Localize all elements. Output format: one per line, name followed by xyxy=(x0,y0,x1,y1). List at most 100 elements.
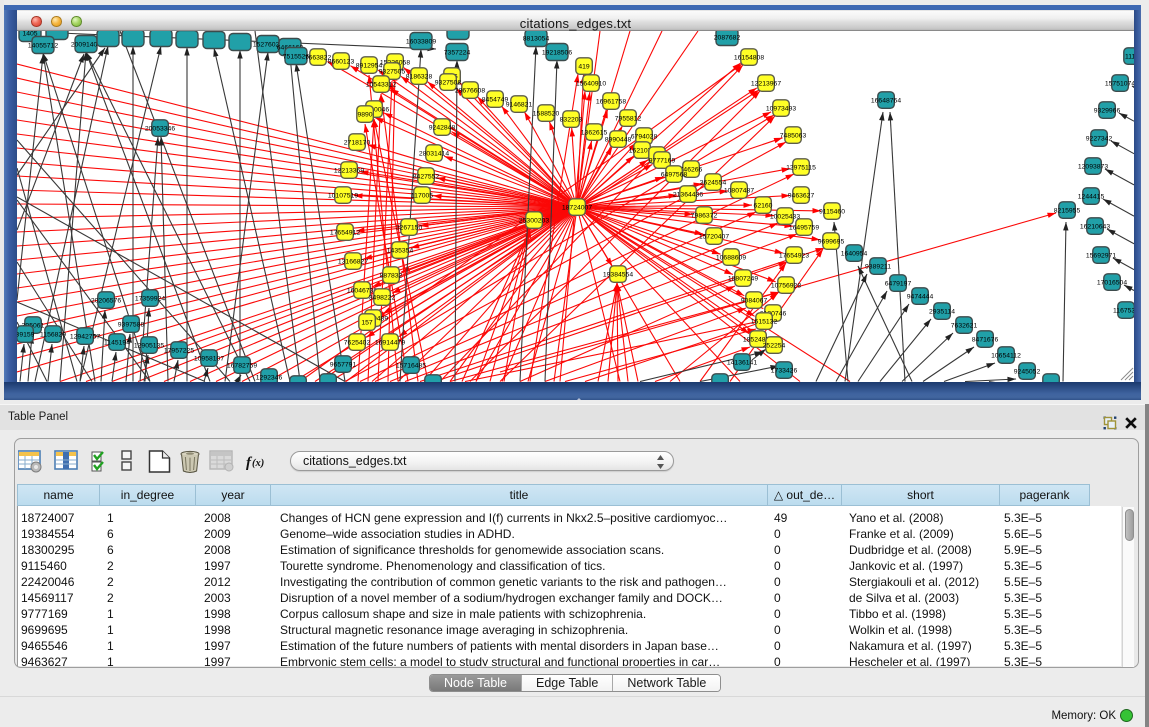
svg-text:17654912: 17654912 xyxy=(330,229,360,236)
svg-text:25300203: 25300203 xyxy=(519,217,549,224)
svg-text:19384554: 19384554 xyxy=(603,271,633,278)
svg-text:10756928: 10756928 xyxy=(771,282,801,289)
svg-text:8990448: 8990448 xyxy=(605,136,632,143)
svg-text:9146821: 9146821 xyxy=(506,101,533,108)
svg-text:1588520: 1588520 xyxy=(533,110,560,117)
svg-text:16914479: 16914479 xyxy=(375,339,405,346)
svg-text:8215955: 8215955 xyxy=(1054,207,1081,214)
svg-text:252254: 252254 xyxy=(763,342,786,349)
svg-text:12905135: 12905135 xyxy=(134,342,164,349)
svg-text:1435354: 1435354 xyxy=(387,247,414,254)
svg-text:1292346: 1292346 xyxy=(256,374,283,381)
svg-text:15720407: 15720407 xyxy=(699,233,729,240)
svg-text:1244415: 1244415 xyxy=(1078,193,1105,200)
svg-text:7986372: 7986372 xyxy=(691,212,718,219)
svg-text:1640954: 1640954 xyxy=(841,250,868,257)
svg-text:9699695: 9699695 xyxy=(818,238,845,245)
svg-text:17957225: 17957225 xyxy=(164,347,194,354)
svg-text:9115460: 9115460 xyxy=(819,208,845,215)
svg-text:7632621: 7632621 xyxy=(951,322,978,329)
svg-text:1733426: 1733426 xyxy=(771,367,798,374)
svg-text:9463627: 9463627 xyxy=(788,192,815,199)
svg-text:9327508: 9327508 xyxy=(435,79,462,86)
svg-text:12093873: 12093873 xyxy=(1078,163,1108,170)
svg-text:14136141: 14136141 xyxy=(727,359,757,366)
svg-text:7955812: 7955812 xyxy=(615,115,642,122)
svg-text:1145194: 1145194 xyxy=(104,339,130,346)
svg-text:17359924: 17359924 xyxy=(135,295,165,302)
svg-text:3624554: 3624554 xyxy=(700,179,727,186)
svg-text:16961758: 16961758 xyxy=(596,98,626,105)
svg-text:8660123: 8660123 xyxy=(328,58,355,65)
svg-text:12213967: 12213967 xyxy=(751,80,781,87)
svg-text:7485063: 7485063 xyxy=(780,132,807,139)
svg-text:28031414: 28031414 xyxy=(419,150,449,157)
svg-text:9245052: 9245052 xyxy=(1014,368,1041,375)
svg-text:28676608: 28676608 xyxy=(455,87,485,94)
svg-text:16782759: 16782759 xyxy=(227,362,257,369)
svg-text:18807249: 18807249 xyxy=(728,275,758,282)
svg-text:6794028: 6794028 xyxy=(631,133,658,140)
svg-text:9397588: 9397588 xyxy=(118,321,145,328)
svg-text:16210643: 16210643 xyxy=(1080,223,1110,230)
svg-text:12942757: 12942757 xyxy=(70,333,100,340)
svg-text:7625402: 7625402 xyxy=(344,339,371,346)
svg-text:10654112: 10654112 xyxy=(991,352,1021,359)
svg-text:16495759: 16495759 xyxy=(789,224,819,231)
svg-text:1615132: 1615132 xyxy=(751,318,778,325)
svg-text:17654923: 17654923 xyxy=(779,252,809,259)
svg-text:117005: 117005 xyxy=(411,192,433,199)
svg-text:14055712: 14055712 xyxy=(28,42,58,49)
svg-text:9777169: 9777169 xyxy=(649,157,676,164)
svg-text:9327505: 9327505 xyxy=(379,68,406,75)
svg-text:19218506: 19218506 xyxy=(542,49,572,56)
svg-text:3498222: 3498222 xyxy=(369,294,396,301)
svg-text:10807487: 10807487 xyxy=(724,187,754,194)
svg-text:157: 157 xyxy=(361,319,373,326)
svg-text:1167533: 1167533 xyxy=(1113,307,1134,314)
svg-text:16648764: 16648764 xyxy=(871,97,901,104)
svg-text:419: 419 xyxy=(578,63,590,70)
svg-text:9329966: 9329966 xyxy=(1094,107,1121,114)
svg-text:16033809: 16033809 xyxy=(406,38,436,45)
svg-text:10025433: 10025433 xyxy=(770,213,800,220)
svg-text:15716485: 15716485 xyxy=(396,362,426,369)
svg-text:2718170: 2718170 xyxy=(344,139,371,146)
svg-text:39159: 39159 xyxy=(17,331,35,338)
svg-text:8427552: 8427552 xyxy=(413,173,440,180)
svg-text:10958107: 10958107 xyxy=(194,355,224,362)
svg-text:13166827: 13166827 xyxy=(338,258,368,265)
svg-text:9474444: 9474444 xyxy=(907,293,934,300)
svg-text:12975115: 12975115 xyxy=(786,164,816,171)
svg-text:1156829: 1156829 xyxy=(40,331,66,338)
svg-text:15751074: 15751074 xyxy=(1105,80,1134,87)
svg-text:9227342: 9227342 xyxy=(1086,135,1113,142)
svg-text:887832: 887832 xyxy=(380,272,403,279)
svg-text:62160: 62160 xyxy=(754,202,773,209)
svg-text:1112: 1112 xyxy=(1125,53,1134,60)
svg-text:6497568: 6497568 xyxy=(661,171,688,178)
svg-text:10688609: 10688609 xyxy=(716,254,746,261)
svg-text:7357224: 7357224 xyxy=(444,49,471,56)
svg-text:9657791: 9657791 xyxy=(330,361,357,368)
svg-text:10543312: 10543312 xyxy=(366,81,396,88)
svg-text:(x): (x) xyxy=(252,458,264,469)
svg-text:10107519: 10107519 xyxy=(328,192,358,199)
svg-text:832203: 832203 xyxy=(560,116,583,123)
svg-text:10973493: 10973493 xyxy=(766,105,796,112)
svg-text:20206576: 20206576 xyxy=(91,297,121,304)
svg-text:3267150: 3267150 xyxy=(396,224,423,231)
svg-text:2087682: 2087682 xyxy=(714,34,741,41)
svg-text:16046736: 16046736 xyxy=(347,287,377,294)
svg-text:8471676: 8471676 xyxy=(972,336,999,343)
svg-text:21364436: 21364436 xyxy=(673,191,703,198)
svg-text:17016504: 17016504 xyxy=(1097,279,1127,286)
svg-text:12213369: 12213369 xyxy=(334,167,364,174)
svg-text:9890: 9890 xyxy=(357,111,372,118)
svg-text:15640910: 15640910 xyxy=(576,80,606,87)
svg-text:16154808: 16154808 xyxy=(734,54,764,61)
svg-text:18724007: 18724007 xyxy=(562,204,592,211)
svg-text:8813054: 8813054 xyxy=(523,35,550,42)
svg-text:9242848: 9242848 xyxy=(429,124,456,131)
svg-text:1362615: 1362615 xyxy=(581,129,608,136)
